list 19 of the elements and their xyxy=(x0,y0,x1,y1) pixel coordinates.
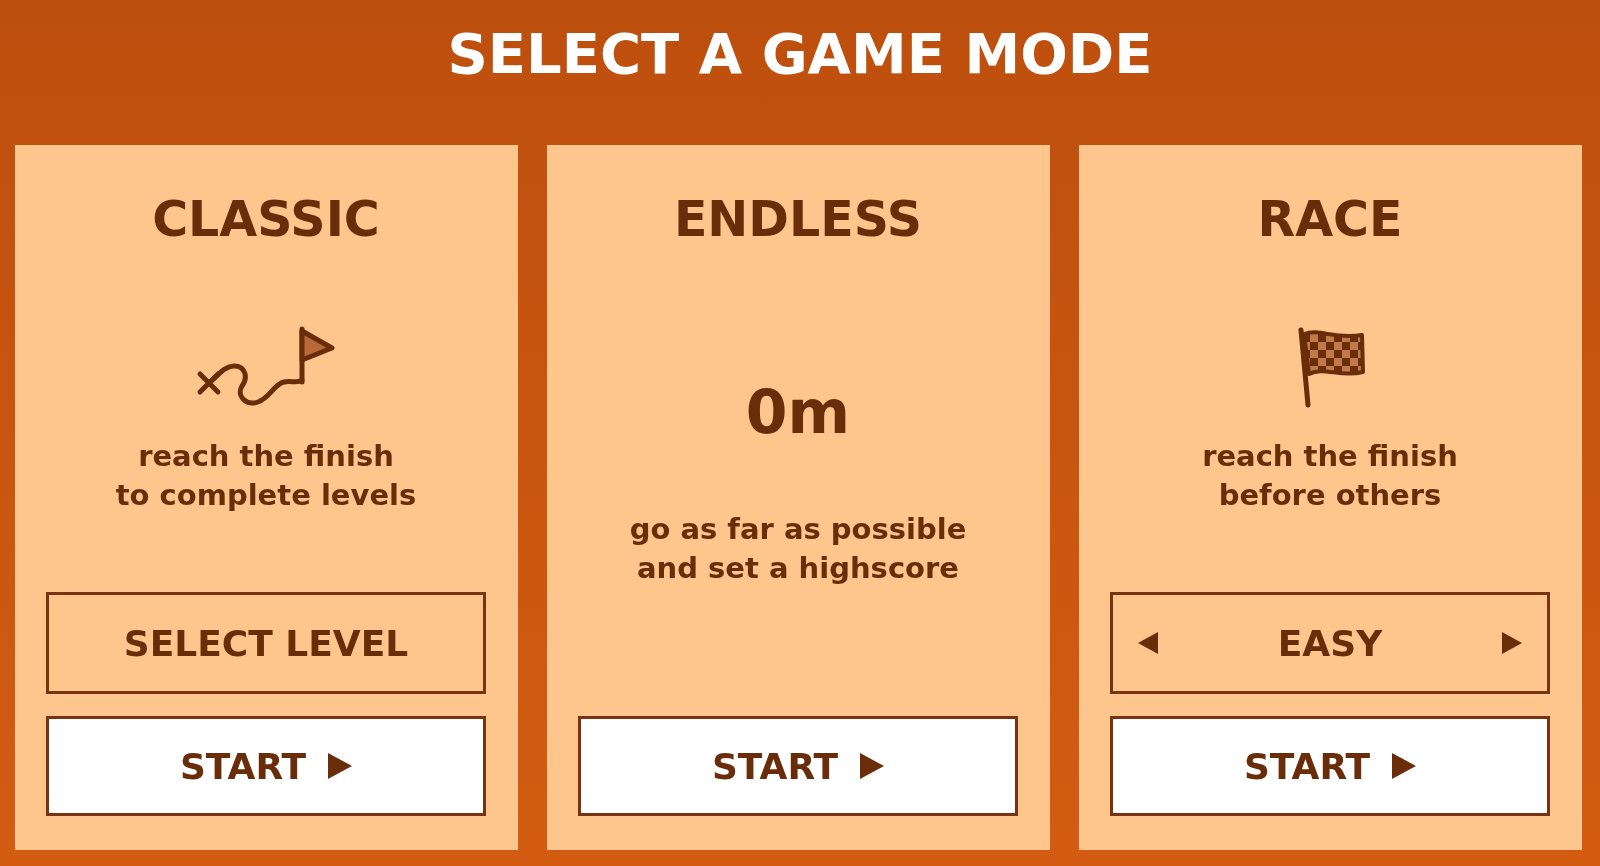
screen-title: SELECT A GAME MODE xyxy=(447,20,1153,87)
play-icon xyxy=(328,753,353,779)
mode-description: go as far as possible and set a highscore xyxy=(629,511,967,587)
right-triangle-icon[interactable] xyxy=(1502,632,1522,654)
mode-title: ENDLESS xyxy=(673,190,923,249)
difficulty-selector[interactable]: EASY xyxy=(1110,592,1550,694)
start-button[interactable]: START xyxy=(46,716,486,816)
select-level-button[interactable]: SELECT LEVEL xyxy=(46,592,486,694)
start-button[interactable]: START xyxy=(578,716,1018,816)
mode-title: CLASSIC xyxy=(152,190,380,249)
left-triangle-icon[interactable] xyxy=(1138,632,1158,654)
mode-description: reach the finish to complete levels xyxy=(115,438,417,514)
mode-description: reach the finish before others xyxy=(1202,438,1458,514)
distance-readout: 0m xyxy=(745,377,851,447)
mode-title: RACE xyxy=(1257,190,1403,249)
winding-path-flag-icon xyxy=(196,326,336,408)
play-icon xyxy=(860,753,885,779)
start-button[interactable]: START xyxy=(1110,716,1550,816)
play-icon xyxy=(1392,753,1417,779)
